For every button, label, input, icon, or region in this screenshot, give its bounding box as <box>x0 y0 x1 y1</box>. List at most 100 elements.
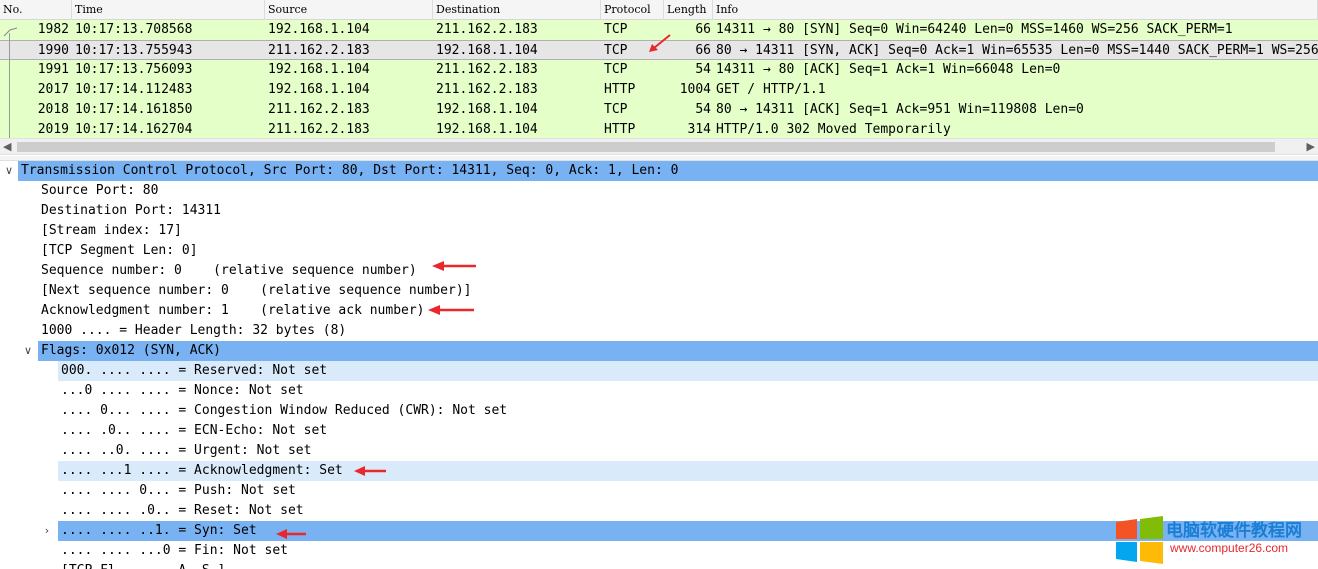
site-watermark: 电脑软硬件教程网 www.computer26.com <box>1112 514 1318 566</box>
selection-highlight <box>38 341 1318 361</box>
packet-protocol: TCP <box>604 62 628 77</box>
packet-length: 314 <box>687 122 711 137</box>
red-annotation-arrow-icon <box>276 529 306 539</box>
packet-destination: 211.162.2.183 <box>436 22 538 37</box>
tree-item-segment-len[interactable]: [TCP Segment Len: 0] <box>0 241 1318 261</box>
tree-item-header-length[interactable]: 1000 .... = Header Length: 32 bytes (8) <box>0 321 1318 341</box>
packet-no: 2017 <box>37 82 69 97</box>
column-header-source[interactable]: Source <box>265 0 433 20</box>
tree-item-label: Transmission Control Protocol, Src Port:… <box>21 163 679 178</box>
related-packet-marker-icon <box>3 27 18 37</box>
tree-item-label: [Next sequence number: 0 (relative seque… <box>41 283 472 298</box>
tree-item-next-sequence[interactable]: [Next sequence number: 0 (relative seque… <box>0 281 1318 301</box>
tree-item-label: .... ..0. .... = Urgent: Not set <box>61 443 312 458</box>
packet-time: 10:17:13.755943 <box>75 43 193 58</box>
packet-time: 10:17:14.112483 <box>75 82 193 97</box>
packet-source: 192.168.1.104 <box>268 62 370 77</box>
packet-protocol: HTTP <box>604 122 636 137</box>
tree-item-label: .... 0... .... = Congestion Window Reduc… <box>61 403 508 418</box>
packet-time: 10:17:13.756093 <box>75 62 193 77</box>
packet-length: 66 <box>695 43 711 58</box>
column-header-no[interactable]: No. <box>0 0 72 20</box>
packet-list[interactable]: No. Time Source Destination Protocol Len… <box>0 0 1318 140</box>
packet-info: GET / HTTP/1.1 <box>716 82 826 97</box>
scroll-left-icon[interactable]: ◀ <box>3 140 11 153</box>
packet-no: 1990 <box>37 43 69 58</box>
packet-protocol: HTTP <box>604 82 636 97</box>
tree-item-label: [Stream index: 17] <box>41 223 182 238</box>
packet-list-header: No. Time Source Destination Protocol Len… <box>0 0 1318 20</box>
packet-length: 66 <box>695 22 711 37</box>
packet-source: 192.168.1.104 <box>268 22 370 37</box>
tree-item-label: Sequence number: 0 (relative sequence nu… <box>41 263 417 278</box>
red-annotation-arrow-icon <box>432 261 476 271</box>
tree-item-label: .... .0.. .... = ECN-Echo: Not set <box>61 423 328 438</box>
scrollbar-thumb[interactable] <box>17 142 1275 152</box>
packet-source: 211.162.2.183 <box>268 102 370 117</box>
packet-destination: 192.168.1.104 <box>436 43 538 58</box>
tree-item-label: Acknowledgment number: 1 (relative ack n… <box>41 303 425 318</box>
packet-source: 211.162.2.183 <box>268 43 370 58</box>
tree-item-label: ...0 .... .... = Nonce: Not set <box>61 383 304 398</box>
tree-item-ack-number[interactable]: Acknowledgment number: 1 (relative ack n… <box>0 301 1318 321</box>
scroll-right-icon[interactable]: ▶ <box>1307 140 1315 153</box>
tree-item-flag-ecn[interactable]: .... .0.. .... = ECN-Echo: Not set <box>0 421 1318 441</box>
tree-item-label: [TCP Fl........A..S.] <box>61 561 225 569</box>
packet-source: 192.168.1.104 <box>268 82 370 97</box>
packet-protocol: TCP <box>604 102 628 117</box>
tree-item-flag-ack[interactable]: .... ...1 .... = Acknowledgment: Set <box>0 461 1318 481</box>
tree-item-stream-index[interactable]: [Stream index: 17] <box>0 221 1318 241</box>
tree-item-label: Destination Port: 14311 <box>41 203 222 218</box>
tree-item-flag-urgent[interactable]: .... ..0. .... = Urgent: Not set <box>0 441 1318 461</box>
watermark-url: www.computer26.com <box>1170 541 1289 555</box>
chevron-down-icon[interactable]: ∨ <box>2 161 16 181</box>
tree-item-sequence-number[interactable]: Sequence number: 0 (relative sequence nu… <box>0 261 1318 281</box>
tree-item-label: .... ...1 .... = Acknowledgment: Set <box>61 463 343 478</box>
red-annotation-arrow-icon <box>428 305 474 315</box>
column-header-info[interactable]: Info <box>713 0 1318 20</box>
tree-item-label: .... .... ..1. = Syn: Set <box>61 523 257 538</box>
chevron-down-icon[interactable]: ∨ <box>21 341 35 361</box>
packet-source: 211.162.2.183 <box>268 122 370 137</box>
column-header-destination[interactable]: Destination <box>433 0 601 20</box>
tree-item-destination-port[interactable]: Destination Port: 14311 <box>0 201 1318 221</box>
packet-destination: 192.168.1.104 <box>436 102 538 117</box>
tree-item-label: [TCP Segment Len: 0] <box>41 243 198 258</box>
packet-info: 14311 → 80 [ACK] Seq=1 Ack=1 Win=66048 L… <box>716 62 1061 77</box>
column-header-length[interactable]: Length <box>664 0 713 20</box>
packet-no: 2019 <box>37 122 69 137</box>
related-packet-line <box>9 33 10 138</box>
packet-length: 54 <box>695 102 711 117</box>
packet-time: 10:17:13.708568 <box>75 22 193 37</box>
red-annotation-arrow-icon <box>649 34 671 52</box>
chevron-right-icon[interactable]: › <box>40 521 54 541</box>
tree-item-label: 1000 .... = Header Length: 32 bytes (8) <box>41 323 347 338</box>
tree-item-tcp[interactable]: ∨ Transmission Control Protocol, Src Por… <box>0 161 1318 181</box>
packet-time: 10:17:14.161850 <box>75 102 193 117</box>
packet-destination: 211.162.2.183 <box>436 62 538 77</box>
packet-length: 54 <box>695 62 711 77</box>
column-header-protocol[interactable]: Protocol <box>601 0 664 20</box>
tree-item-source-port[interactable]: Source Port: 80 <box>0 181 1318 201</box>
packet-row[interactable]: 1991 10:17:13.756093 192.168.1.104 211.1… <box>0 60 1318 80</box>
tree-item-flags[interactable]: ∨ Flags: 0x012 (SYN, ACK) <box>0 341 1318 361</box>
windows-logo-icon <box>1116 516 1163 564</box>
packet-row[interactable]: 2019 10:17:14.162704 211.162.2.183 192.1… <box>0 120 1318 140</box>
packet-row[interactable]: 2018 10:17:14.161850 211.162.2.183 192.1… <box>0 100 1318 120</box>
tree-item-flag-cwr[interactable]: .... 0... .... = Congestion Window Reduc… <box>0 401 1318 421</box>
packet-no: 1991 <box>37 62 69 77</box>
packet-info: 80 → 14311 [SYN, ACK] Seq=0 Ack=1 Win=65… <box>716 43 1318 58</box>
packet-row[interactable]: 2017 10:17:14.112483 192.168.1.104 211.1… <box>0 80 1318 100</box>
column-header-time[interactable]: Time <box>72 0 265 20</box>
tree-item-flag-nonce[interactable]: ...0 .... .... = Nonce: Not set <box>0 381 1318 401</box>
packet-destination: 211.162.2.183 <box>436 82 538 97</box>
watermark-title: 电脑软硬件教程网 <box>1166 521 1302 541</box>
tree-item-flag-reserved[interactable]: 000. .... .... = Reserved: Not set <box>0 361 1318 381</box>
packet-list-horizontal-scrollbar[interactable]: ◀ ▶ <box>0 138 1318 155</box>
packet-info: HTTP/1.0 302 Moved Temporarily <box>716 122 951 137</box>
packet-no: 2018 <box>37 102 69 117</box>
packet-details-tree[interactable]: ∨ Transmission Control Protocol, Src Por… <box>0 161 1318 569</box>
tree-item-label: .... .... 0... = Push: Not set <box>61 483 296 498</box>
tree-item-label: Source Port: 80 <box>41 183 159 198</box>
tree-item-flag-push[interactable]: .... .... 0... = Push: Not set <box>0 481 1318 501</box>
